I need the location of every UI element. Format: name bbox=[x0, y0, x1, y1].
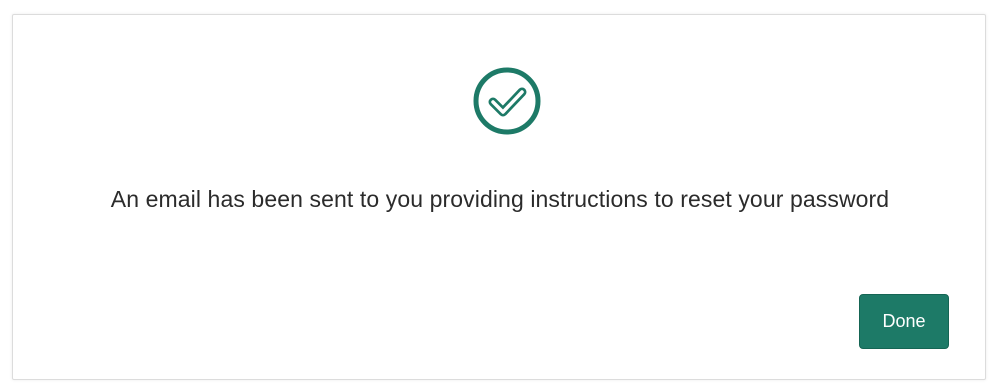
reset-password-confirmation-dialog: An email has been sent to you providing … bbox=[12, 14, 986, 380]
check-circle-icon bbox=[473, 67, 541, 135]
confirmation-message: An email has been sent to you providing … bbox=[110, 186, 890, 212]
done-button[interactable]: Done bbox=[859, 294, 949, 349]
